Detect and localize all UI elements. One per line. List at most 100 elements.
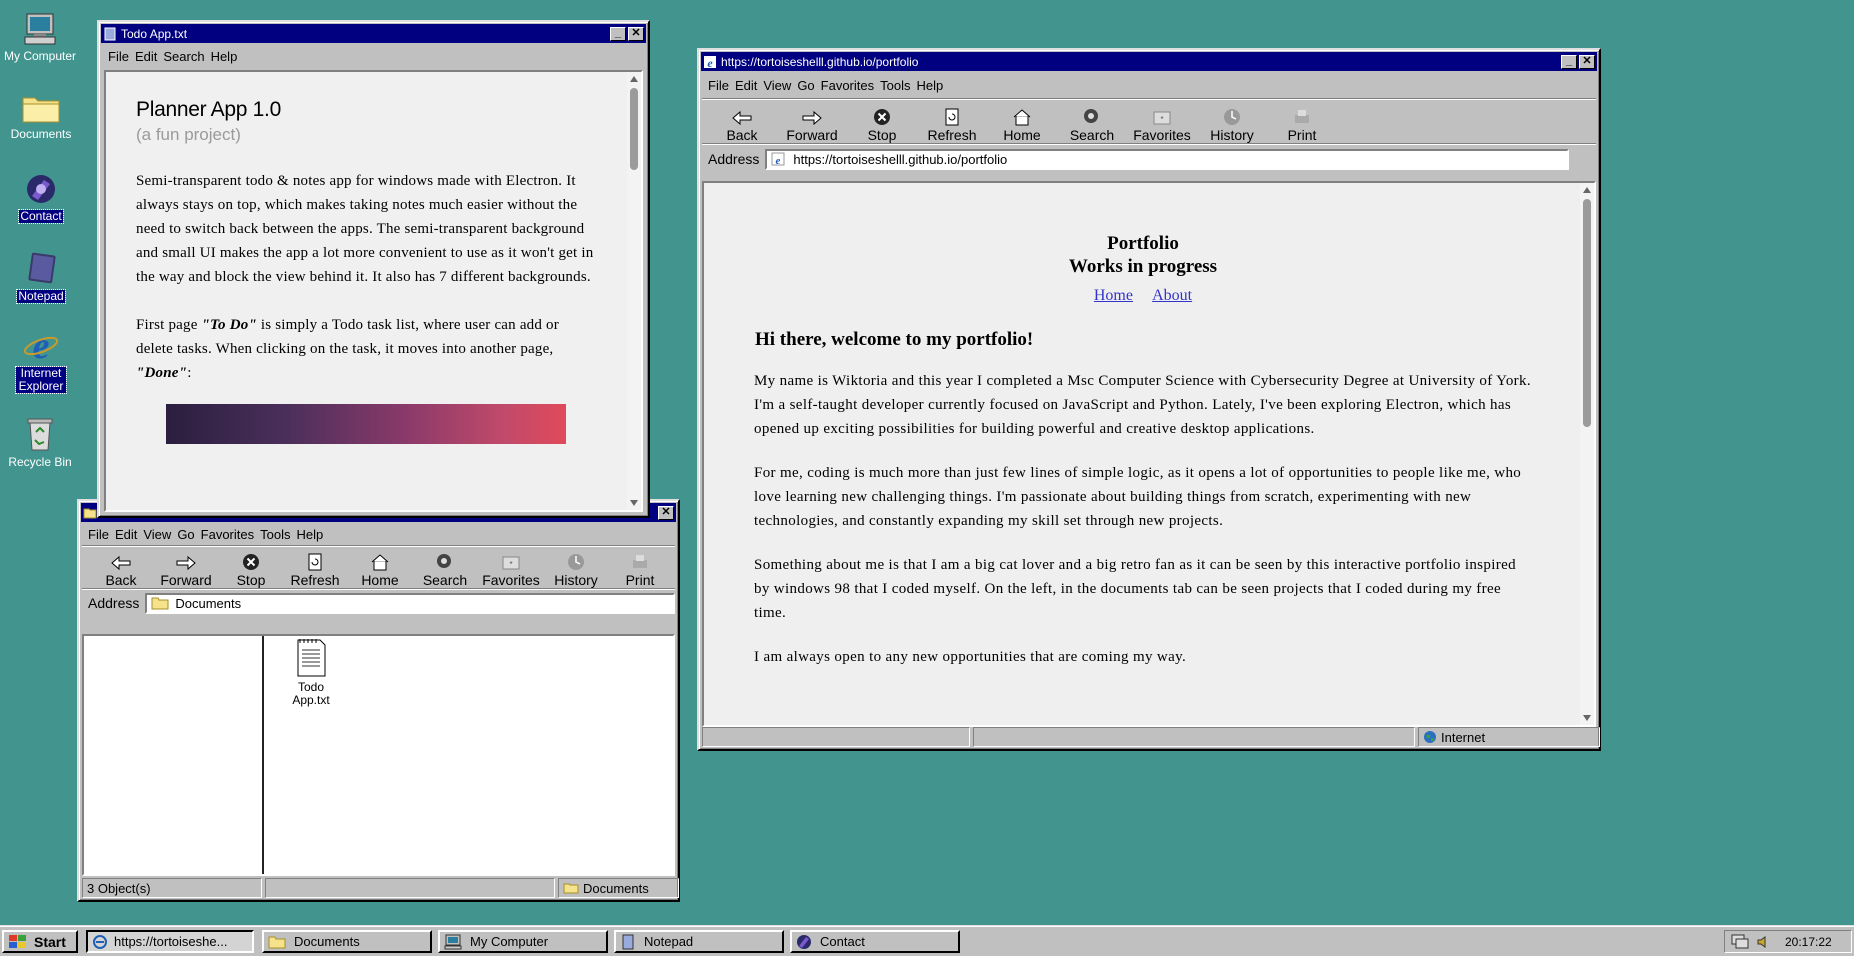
windows-logo-icon bbox=[9, 934, 26, 948]
stop-icon bbox=[874, 109, 890, 125]
address-input[interactable]: e https://tortoiseshelll.github.io/portf… bbox=[765, 148, 1570, 170]
menu-favorites[interactable]: Favorites bbox=[821, 78, 874, 93]
back-button[interactable]: Back bbox=[92, 550, 150, 588]
refresh-button[interactable]: Refresh bbox=[912, 105, 992, 143]
back-button[interactable]: Back bbox=[712, 105, 772, 143]
status-object-count: 3 Object(s) bbox=[82, 878, 262, 898]
menu-tools[interactable]: Tools bbox=[880, 78, 910, 93]
status-empty bbox=[973, 727, 1415, 747]
desktop-icon-label: Contact bbox=[18, 209, 64, 224]
notepad-text-area[interactable]: Planner App 1.0 (a fun project) Semi-tra… bbox=[104, 70, 643, 512]
browser-menubar: File Edit View Go Favorites Tools Help bbox=[702, 73, 1596, 99]
greeting-heading: Hi there, welcome to my portfolio! bbox=[755, 329, 1034, 350]
favorites-button[interactable]: * Favorites bbox=[480, 550, 542, 588]
display-icon[interactable] bbox=[1731, 934, 1749, 950]
home-button[interactable]: Home bbox=[992, 105, 1052, 143]
history-button[interactable]: History bbox=[542, 550, 610, 588]
taskbar-item-contact[interactable]: Contact bbox=[790, 930, 960, 953]
menu-file[interactable]: File bbox=[108, 49, 129, 64]
history-icon bbox=[568, 554, 584, 570]
browser-window[interactable]: e https://tortoiseshelll.github.io/portf… bbox=[697, 48, 1601, 751]
contact-icon bbox=[27, 175, 55, 203]
favorites-folder-icon: * bbox=[502, 556, 520, 570]
desktop-icon-recycle-bin[interactable]: Recycle Bin bbox=[0, 414, 80, 469]
desktop-icon-documents[interactable]: Documents bbox=[1, 92, 81, 141]
menu-go[interactable]: Go bbox=[177, 527, 194, 542]
home-button[interactable]: Home bbox=[350, 550, 410, 588]
history-button[interactable]: History bbox=[1192, 105, 1272, 143]
notepad-titlebar[interactable]: Todo App.txt _ ✕ bbox=[101, 24, 646, 43]
start-button[interactable]: Start bbox=[2, 930, 78, 953]
stop-button[interactable]: Stop bbox=[852, 105, 912, 143]
svg-text:*: * bbox=[509, 560, 512, 569]
minimize-button[interactable]: _ bbox=[1561, 54, 1577, 69]
forward-arrow-icon bbox=[802, 110, 822, 126]
favorites-folder-icon: * bbox=[1153, 111, 1171, 125]
menu-help[interactable]: Help bbox=[916, 78, 943, 93]
volume-icon[interactable] bbox=[1757, 935, 1771, 949]
browser-scrollbar[interactable] bbox=[1580, 183, 1594, 725]
contact-icon bbox=[797, 934, 811, 949]
menu-help[interactable]: Help bbox=[211, 49, 238, 64]
explorer-statusbar: 3 Object(s) Documents bbox=[82, 878, 679, 898]
print-button[interactable]: Print bbox=[610, 550, 670, 588]
desktop-icon-label: Recycle Bin bbox=[8, 455, 72, 469]
address-input[interactable]: Documents bbox=[145, 592, 675, 614]
taskbar-item-notepad[interactable]: Notepad bbox=[614, 930, 784, 953]
explorer-toolbar: Back Forward Stop Refresh Home Search * F… bbox=[82, 549, 675, 589]
menu-tools[interactable]: Tools bbox=[260, 527, 290, 542]
browser-titlebar[interactable]: e https://tortoiseshelll.github.io/portf… bbox=[701, 52, 1597, 71]
search-button[interactable]: Search bbox=[1052, 105, 1132, 143]
print-button[interactable]: Print bbox=[1272, 105, 1332, 143]
refresh-button[interactable]: Refresh bbox=[280, 550, 350, 588]
explorer-content: Todo App.txt bbox=[82, 634, 675, 876]
desktop-icon-internet-explorer[interactable]: e Internet Explorer bbox=[1, 325, 81, 394]
menu-file[interactable]: File bbox=[88, 527, 109, 542]
menu-go[interactable]: Go bbox=[797, 78, 814, 93]
close-button[interactable]: ✕ bbox=[658, 505, 674, 520]
back-arrow-icon bbox=[111, 555, 131, 571]
taskbar-item-my-computer[interactable]: My Computer bbox=[438, 930, 608, 953]
desktop-icon-notepad[interactable]: Notepad bbox=[1, 250, 81, 304]
taskbar-item-browser[interactable]: https://tortoiseshe... bbox=[86, 930, 254, 953]
explorer-menubar: File Edit View Go Favorites Tools Help bbox=[82, 524, 675, 546]
desktop-icon-label: Internet Explorer bbox=[15, 366, 67, 394]
menu-edit[interactable]: Edit bbox=[115, 527, 137, 542]
menu-help[interactable]: Help bbox=[296, 527, 323, 542]
close-button[interactable]: ✕ bbox=[1579, 54, 1595, 69]
note-heading: Planner App 1.0 bbox=[136, 98, 281, 121]
desktop-icon-my-computer[interactable]: My Computer bbox=[0, 12, 80, 63]
notepad-icon bbox=[28, 252, 56, 284]
page-subtitle: Works in progress bbox=[1068, 256, 1218, 277]
stop-button[interactable]: Stop bbox=[222, 550, 280, 588]
search-button[interactable]: Search bbox=[410, 550, 480, 588]
browser-address-bar: Address e https://tortoiseshelll.github.… bbox=[702, 146, 1596, 172]
print-icon bbox=[1295, 110, 1309, 123]
explorer-window[interactable]: ✕ File Edit View Go Favorites Tools Help… bbox=[77, 499, 680, 902]
file-label: Todo bbox=[297, 680, 325, 694]
browser-statusbar: Internet bbox=[702, 727, 1600, 747]
notepad-scrollbar[interactable] bbox=[627, 72, 641, 510]
forward-button[interactable]: Forward bbox=[772, 105, 852, 143]
nav-link-home[interactable]: Home bbox=[1094, 287, 1133, 304]
menu-view[interactable]: View bbox=[763, 78, 791, 93]
minimize-button[interactable]: _ bbox=[610, 26, 626, 41]
menu-file[interactable]: File bbox=[708, 78, 729, 93]
favorites-button[interactable]: * Favorites bbox=[1132, 105, 1192, 143]
close-button[interactable]: ✕ bbox=[628, 26, 644, 41]
svg-text:*: * bbox=[1160, 115, 1163, 124]
forward-button[interactable]: Forward bbox=[150, 550, 222, 588]
home-icon bbox=[371, 554, 389, 571]
menu-search[interactable]: Search bbox=[163, 49, 204, 64]
notepad-window[interactable]: Todo App.txt _ ✕ File Edit Search Help P… bbox=[97, 20, 650, 518]
file-todo-app[interactable]: Todo App.txt bbox=[284, 638, 338, 707]
menu-edit[interactable]: Edit bbox=[135, 49, 157, 64]
menu-favorites[interactable]: Favorites bbox=[201, 527, 254, 542]
menu-edit[interactable]: Edit bbox=[735, 78, 757, 93]
recycle-bin-icon bbox=[27, 418, 53, 451]
nav-link-about[interactable]: About bbox=[1152, 287, 1192, 304]
menu-view[interactable]: View bbox=[143, 527, 171, 542]
desktop-icon-contact[interactable]: Contact bbox=[1, 172, 81, 224]
taskbar-item-documents[interactable]: Documents bbox=[262, 930, 432, 953]
svg-text:e: e bbox=[33, 326, 50, 364]
